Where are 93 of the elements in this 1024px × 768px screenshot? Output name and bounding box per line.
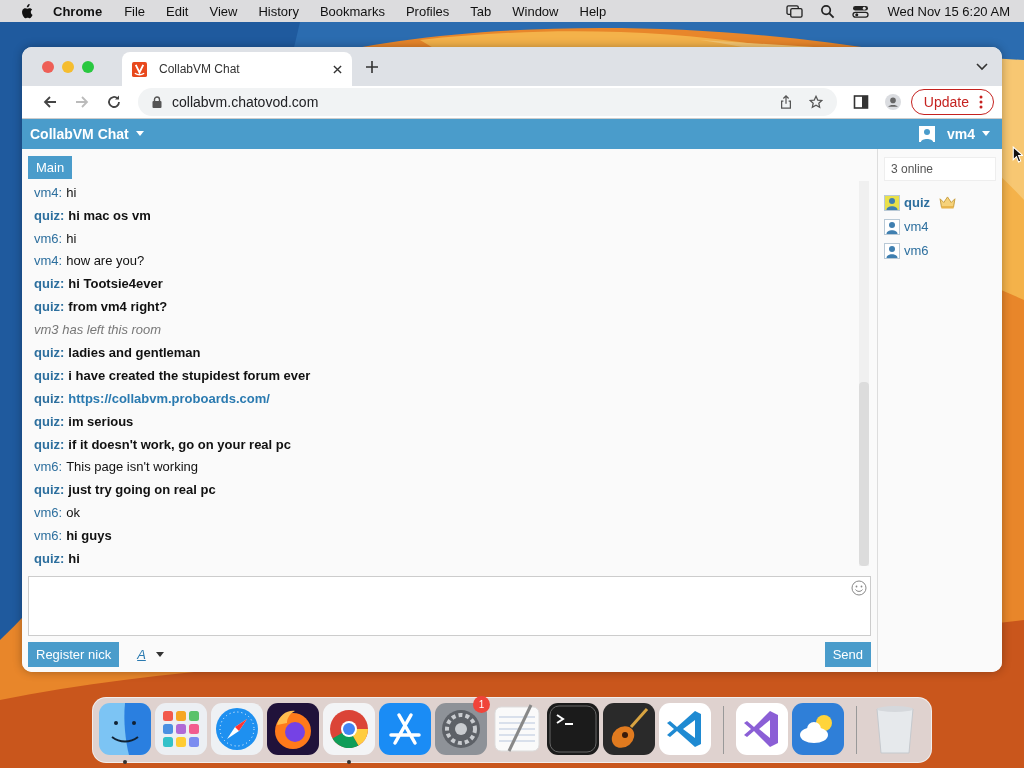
mouse-cursor-icon	[1012, 146, 1023, 163]
chat-username[interactable]: quiz:	[34, 436, 65, 452]
message-text: just try going on real pc	[68, 482, 216, 498]
bookmark-star-icon[interactable]	[808, 94, 823, 109]
app-store-icon[interactable]	[379, 703, 431, 755]
menu-item[interactable]: Help	[579, 3, 607, 19]
running-indicator	[347, 760, 351, 764]
new-tab-icon[interactable]	[366, 60, 378, 73]
apple-icon[interactable]	[20, 3, 33, 19]
chat-username[interactable]: vm4:	[34, 184, 63, 200]
room-tab[interactable]: Main	[28, 155, 73, 179]
message-text: if it doesn't work, go on your real pc	[68, 436, 291, 452]
menu-clock[interactable]: Wed Nov 15 6:20 AM	[887, 3, 1010, 19]
share-icon[interactable]	[778, 94, 793, 109]
control-center-icon[interactable]	[852, 3, 870, 19]
send-button[interactable]: Send	[824, 642, 871, 667]
menu-item[interactable]: Bookmarks	[319, 3, 385, 19]
chat-username[interactable]: quiz:	[34, 367, 65, 383]
crown-icon	[939, 196, 956, 210]
chat-username[interactable]: quiz:	[34, 207, 65, 223]
chat-username[interactable]: vm4:	[34, 253, 63, 269]
chat-username[interactable]: quiz:	[34, 276, 65, 292]
browser-tab[interactable]: CollabVM Chat	[122, 52, 352, 87]
update-button[interactable]: Update	[910, 88, 994, 115]
finder-icon[interactable]	[99, 703, 151, 755]
scrollbar[interactable]	[859, 180, 869, 566]
message-text: im serious	[68, 413, 134, 429]
visual-studio-icon[interactable]	[736, 703, 788, 755]
reload-icon[interactable]	[106, 93, 122, 110]
chat-username[interactable]: quiz:	[34, 390, 65, 406]
menu-item[interactable]: History	[258, 3, 299, 19]
close-tab-icon[interactable]	[333, 64, 342, 74]
message-text: ok	[66, 505, 80, 521]
weather-icon[interactable]	[792, 703, 844, 755]
message-text: i have created the stupidest forum ever	[68, 367, 311, 383]
font-style-button[interactable]: A	[131, 646, 170, 663]
side-panel-icon[interactable]	[852, 93, 869, 110]
tab-search-chevron-icon[interactable]	[976, 62, 988, 71]
code-editor-icon[interactable]	[659, 703, 711, 755]
menu-item[interactable]: Window	[512, 3, 559, 19]
chrome-icon[interactable]	[323, 703, 375, 755]
user-menu[interactable]: vm4	[946, 125, 990, 142]
message-text: hi	[68, 551, 80, 567]
message-text: hi	[66, 230, 77, 246]
notification-badge: 1	[473, 696, 490, 713]
message-text: from vm4 right?	[68, 299, 168, 315]
screen-mirroring-icon[interactable]	[786, 3, 804, 19]
chat-username[interactable]: quiz:	[34, 413, 65, 429]
firefox-icon[interactable]	[267, 703, 319, 755]
chat-username[interactable]: quiz:	[34, 345, 65, 361]
menu-item[interactable]: Edit	[166, 3, 189, 19]
message-input[interactable]	[28, 576, 871, 636]
close-window-icon[interactable]	[42, 60, 54, 73]
address-bar[interactable]: collabvm.chatovod.com	[138, 87, 837, 116]
chat-username[interactable]: vm6:	[34, 230, 63, 246]
chat-username[interactable]: vm6:	[34, 505, 63, 521]
terminal-icon[interactable]	[547, 703, 599, 755]
chat-title-menu[interactable]: CollabVM Chat	[30, 125, 144, 142]
chat-username[interactable]: quiz:	[34, 299, 65, 315]
menu-app-name[interactable]: Chrome	[53, 3, 103, 19]
more-menu-icon	[979, 94, 983, 109]
user-icon	[918, 125, 935, 142]
profile-avatar-icon[interactable]	[884, 93, 901, 110]
chat-username[interactable]: quiz:	[34, 551, 65, 567]
message-text: hi	[66, 184, 77, 200]
chat-username[interactable]: quiz:	[34, 482, 65, 498]
message-text: hi mac os vm	[68, 207, 151, 223]
online-user[interactable]: vm6	[904, 243, 929, 259]
back-icon[interactable]	[42, 93, 58, 110]
menu-item[interactable]: File	[124, 3, 146, 19]
message-text: hi guys	[66, 528, 112, 544]
smiley-icon[interactable]	[851, 580, 867, 596]
search-icon[interactable]	[819, 3, 837, 19]
chat-username[interactable]: vm6:	[34, 528, 63, 544]
site-favicon-icon	[132, 61, 147, 77]
lock-icon	[152, 95, 162, 108]
message-text: This page isn't working	[66, 459, 198, 475]
online-user[interactable]: quiz	[904, 195, 930, 211]
guitar-icon[interactable]	[603, 703, 655, 755]
scrollbar-thumb[interactable]	[859, 382, 869, 566]
menu-item[interactable]: Tab	[470, 3, 492, 19]
message-text: ladies and gentleman	[68, 345, 201, 361]
message-text: hi Tootsie4ever	[68, 276, 163, 292]
message-text: how are you?	[66, 253, 145, 269]
online-user[interactable]: vm4	[904, 219, 929, 235]
online-count: 3 online	[884, 156, 996, 181]
chat-username[interactable]: vm6:	[34, 459, 63, 475]
message-link[interactable]: https://collabvm.proboards.com/	[68, 390, 270, 406]
menu-item[interactable]: View	[209, 3, 238, 19]
running-indicator	[123, 760, 127, 764]
system-message: vm3 has left this room	[34, 322, 162, 338]
menu-item[interactable]: Profiles	[405, 3, 450, 19]
register-nick-button[interactable]: Register nick	[28, 642, 120, 667]
